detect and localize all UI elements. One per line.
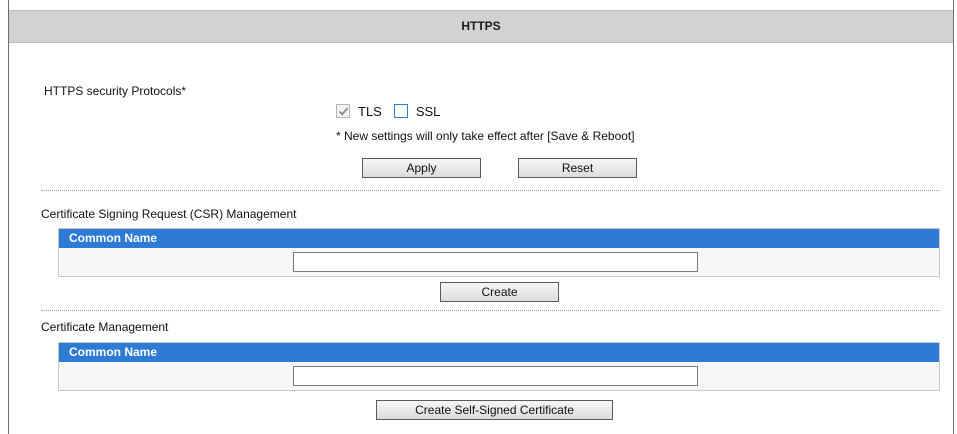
ssl-checkbox[interactable] (393, 104, 408, 118)
protocols-label: HTTPS security Protocols* (44, 84, 187, 98)
protocol-options: TLS SSL (336, 102, 452, 120)
reboot-note: * New settings will only take effect aft… (336, 129, 635, 143)
tls-checkbox[interactable] (336, 104, 350, 118)
tls-label: TLS (358, 103, 382, 119)
cert-table: Common Name (58, 342, 940, 391)
csr-column-header: Common Name (59, 229, 939, 248)
ssl-label: SSL (415, 103, 441, 119)
section-divider (41, 310, 939, 311)
create-self-signed-button[interactable]: Create Self-Signed Certificate (376, 400, 613, 420)
apply-button[interactable]: Apply (362, 158, 481, 178)
create-csr-button[interactable]: Create (440, 282, 559, 302)
panel-header: HTTPS (9, 10, 953, 43)
csr-table-row (59, 248, 939, 276)
csr-section-label: Certificate Signing Request (CSR) Manage… (41, 207, 297, 221)
cert-section-label: Certificate Management (41, 320, 169, 334)
cert-common-name-input[interactable] (293, 366, 698, 386)
cert-column-header: Common Name (59, 343, 939, 362)
section-divider (41, 190, 939, 191)
reset-button[interactable]: Reset (518, 158, 637, 178)
https-settings-panel: HTTPS HTTPS security Protocols* TLS SSL … (8, 0, 954, 434)
cert-table-row (59, 362, 939, 390)
csr-table: Common Name (58, 228, 940, 277)
checkmark-icon (338, 107, 349, 116)
csr-common-name-input[interactable] (293, 252, 698, 272)
